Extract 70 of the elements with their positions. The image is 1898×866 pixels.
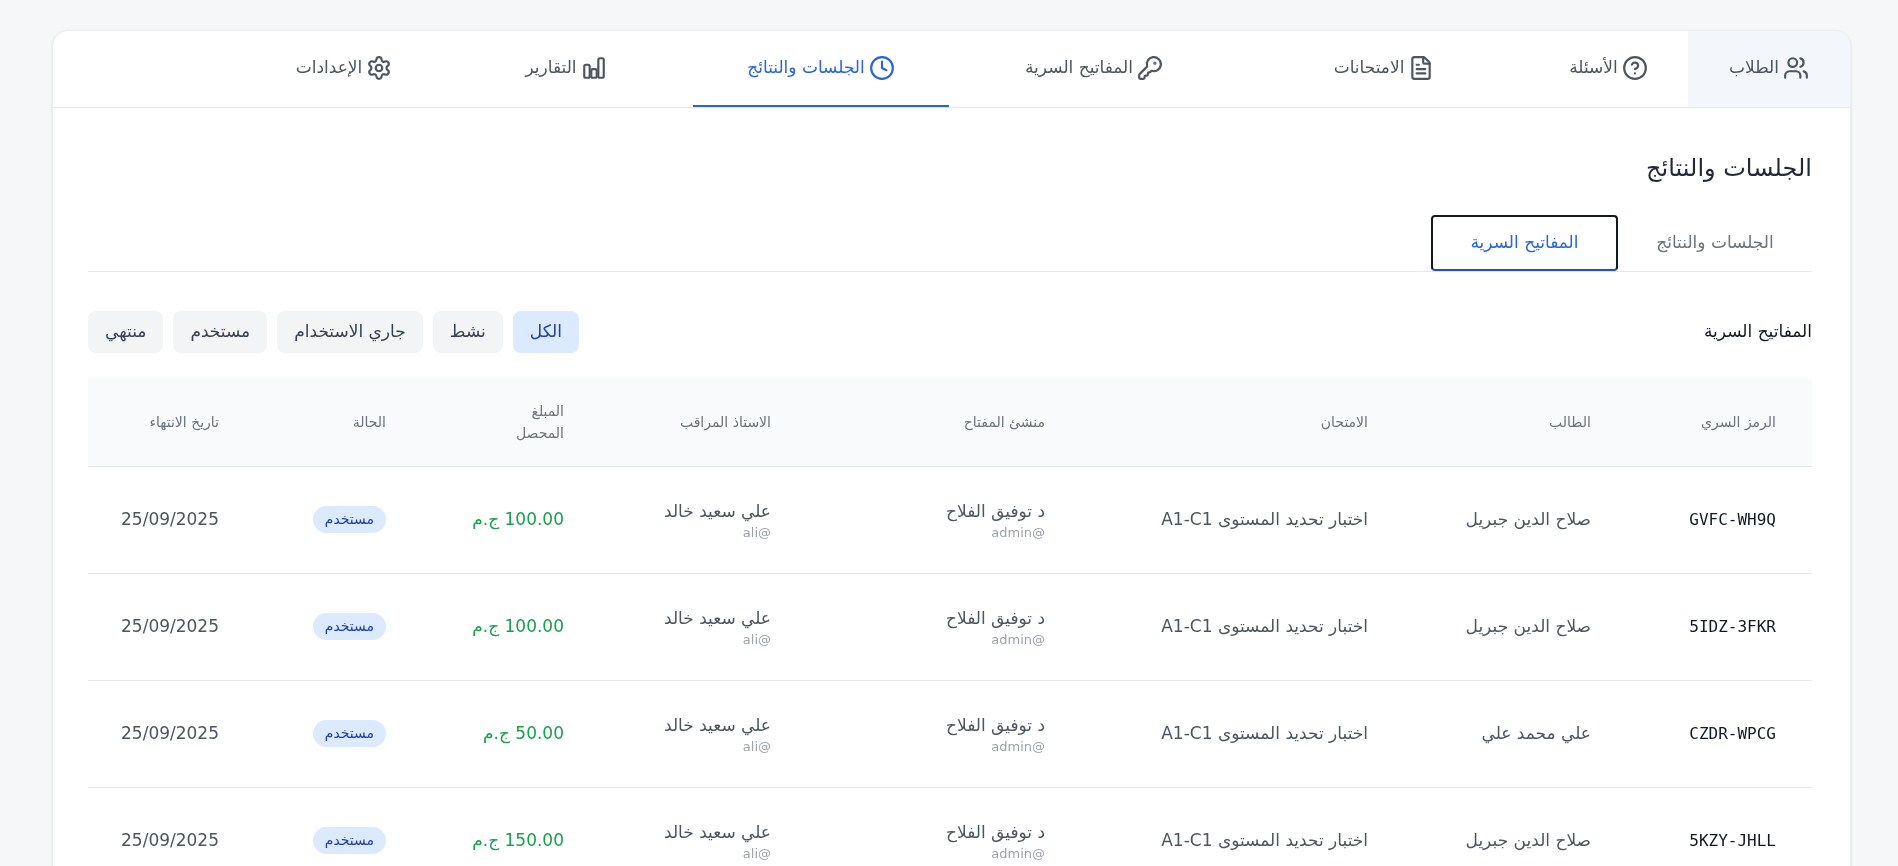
nav-tab[interactable]: الأسئلة <box>1529 31 1688 107</box>
column-header: منشئ المفتاح <box>963 413 1045 433</box>
student-name: علي محمد علي <box>1481 722 1591 743</box>
sub-tab[interactable]: المفاتيح السرية <box>1431 215 1618 271</box>
creator-username: @admin <box>991 523 1045 542</box>
creator-name: د توفيق الفلاح <box>946 713 1045 738</box>
proctor-username: @ali <box>742 630 771 649</box>
expiry-date: 25/09/2025 <box>121 722 219 743</box>
status-badge: مستخدم <box>312 827 386 854</box>
proctor-username: @ali <box>742 523 771 542</box>
column-header: الرمز السري <box>1701 413 1776 433</box>
student-name: صلاح الدين جبريل <box>1465 508 1591 529</box>
expiry-date: 25/09/2025 <box>121 508 219 529</box>
proctor-username: @ali <box>742 737 771 756</box>
column-header: الامتحان <box>1320 413 1368 433</box>
amount: 50.00 ج.م <box>483 722 564 743</box>
secret-code: 5IDZ-3FKR <box>1689 616 1776 636</box>
section-title: المفاتيح السرية <box>1703 320 1812 344</box>
exam-name: اختبار تحديد المستوى A1-C1 <box>1161 722 1368 743</box>
clock-icon <box>868 55 895 81</box>
status-badge: مستخدم <box>312 613 386 640</box>
filter-chip[interactable]: الكل <box>512 311 579 353</box>
nav-tab[interactable]: الجلسات والنتائج <box>693 31 949 107</box>
proctor-name: علي سعيد خالد <box>663 606 771 631</box>
nav-tab[interactable]: الطلاب <box>1688 31 1850 107</box>
nav-tab[interactable]: الامتحانات <box>1239 31 1529 107</box>
proctor-username: @ali <box>742 844 771 863</box>
settings-icon <box>366 55 393 81</box>
expiry-date: 25/09/2025 <box>121 829 219 850</box>
secret-code: 5KZY-JHLL <box>1689 830 1776 850</box>
key-icon <box>1137 55 1164 81</box>
nav-tab[interactable]: التقارير <box>439 31 693 107</box>
creator-username: @admin <box>991 737 1045 756</box>
creator-name: د توفيق الفلاح <box>946 606 1045 631</box>
exam-name: اختبار تحديد المستوى A1-C1 <box>1161 508 1368 529</box>
filter-chip[interactable]: مستخدم <box>173 311 268 353</box>
nav-tab[interactable]: المفاتيح السرية <box>949 31 1239 107</box>
exam-name: اختبار تحديد المستوى A1-C1 <box>1161 615 1368 636</box>
amount: 150.00 ج.م <box>472 829 564 850</box>
bar-chart-icon <box>580 55 607 81</box>
help-icon <box>1621 55 1648 81</box>
exam-name: اختبار تحديد المستوى A1-C1 <box>1161 829 1368 850</box>
column-header: الاستاذ المراقب <box>679 413 771 433</box>
expiry-date: 25/09/2025 <box>121 615 219 636</box>
creator-name: د توفيق الفلاح <box>946 499 1045 524</box>
creator-name: د توفيق الفلاح <box>946 820 1045 845</box>
filter-chip[interactable]: منتهي <box>88 311 164 353</box>
amount: 100.00 ج.م <box>472 508 564 529</box>
proctor-name: علي سعيد خالد <box>663 713 771 738</box>
sub-tab[interactable]: الجلسات والنتائج <box>1618 215 1812 271</box>
creator-username: @admin <box>991 844 1045 863</box>
page-title: الجلسات والنتائج <box>1645 153 1812 184</box>
student-name: صلاح الدين جبريل <box>1465 829 1591 850</box>
status-badge: مستخدم <box>312 506 386 533</box>
column-header: المبلغ المحصل <box>514 401 564 443</box>
status-badge: مستخدم <box>312 720 386 747</box>
filter-chip[interactable]: جاري الاستخدام <box>277 311 423 353</box>
column-header: الحالة <box>352 413 386 433</box>
proctor-name: علي سعيد خالد <box>663 499 771 524</box>
creator-username: @admin <box>991 630 1045 649</box>
column-header: الطالب <box>1549 413 1591 433</box>
amount: 100.00 ج.م <box>472 615 564 636</box>
secret-code: GVFC-WH9Q <box>1689 509 1776 529</box>
student-name: صلاح الدين جبريل <box>1465 615 1591 636</box>
filter-chip[interactable]: نشط <box>432 311 503 353</box>
column-header: تاريخ الانتهاء <box>149 413 219 433</box>
nav-tab[interactable]: الإعدادات <box>249 31 439 107</box>
proctor-name: علي سعيد خالد <box>663 820 771 845</box>
secret-code: CZDR-WPCG <box>1689 723 1776 743</box>
users-icon <box>1783 55 1809 81</box>
